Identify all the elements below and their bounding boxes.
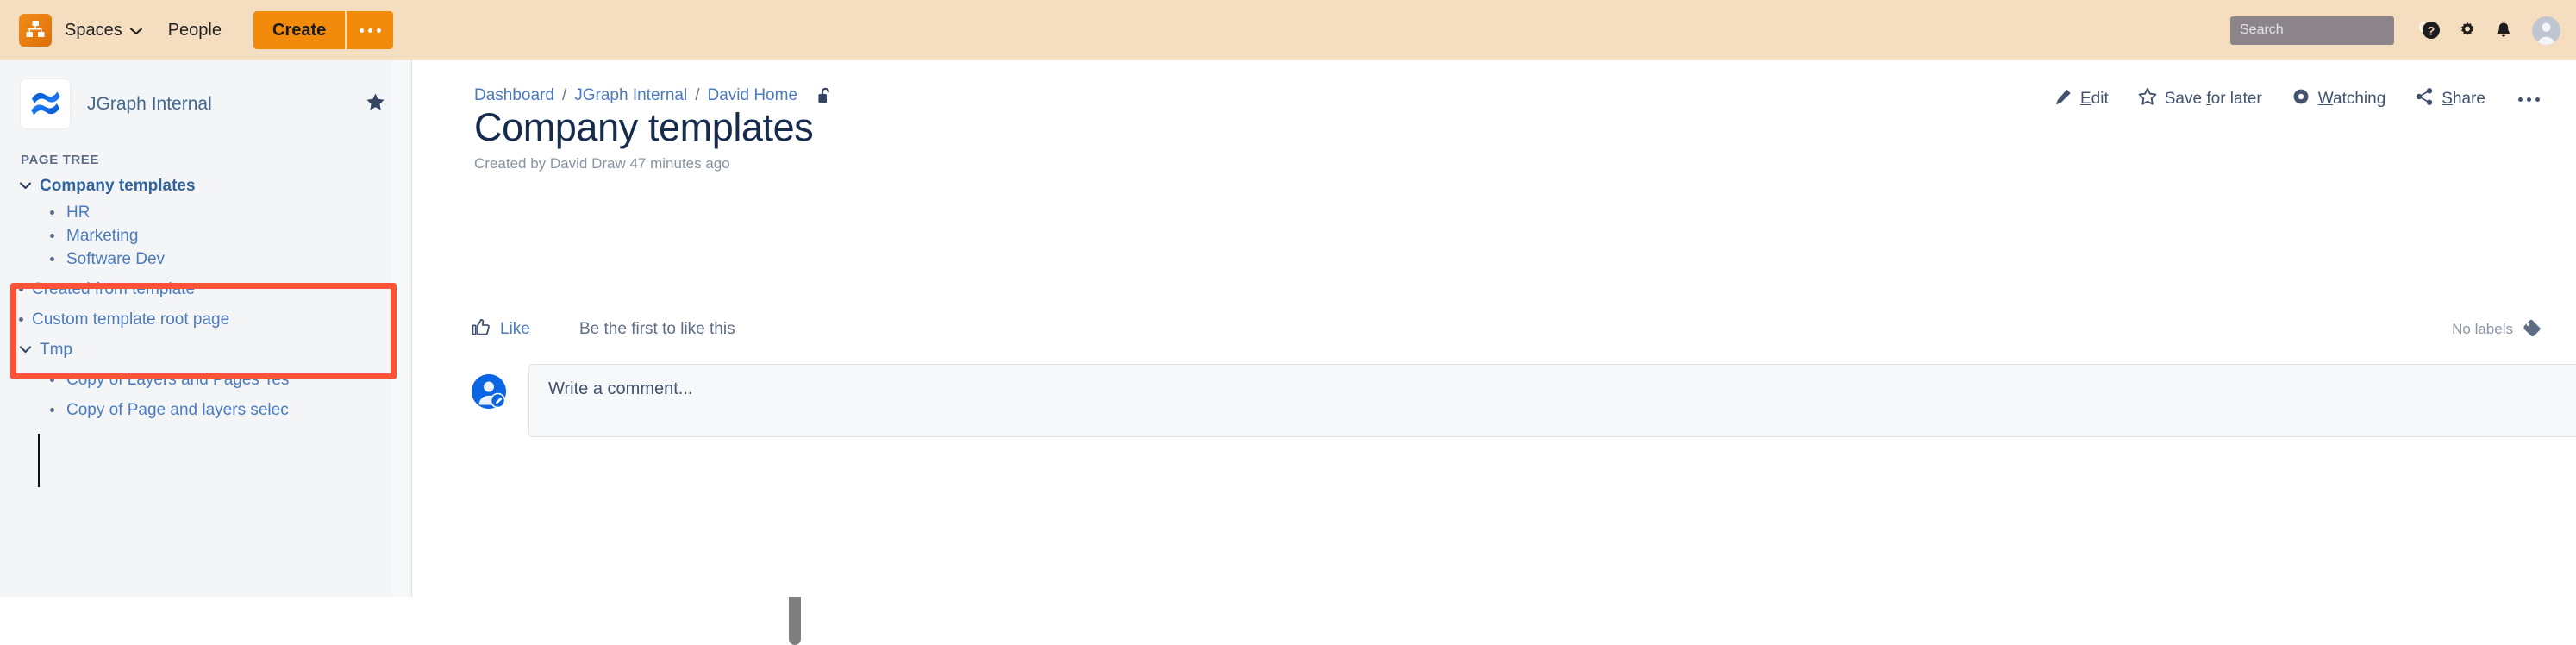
create-more-button[interactable] bbox=[345, 11, 394, 49]
sidebar-scrollbar-track[interactable] bbox=[392, 60, 801, 645]
like-status-text: Be the first to like this bbox=[579, 320, 735, 338]
sidebar-tree-item[interactable]: Software Dev bbox=[0, 247, 411, 271]
page-actions-toolbar: Edit Save for later Watching Share bbox=[2054, 86, 2540, 112]
sidebar-tree-item-label: Software Dev bbox=[66, 249, 166, 268]
create-button[interactable]: Create bbox=[253, 11, 346, 49]
drawio-logo-icon[interactable] bbox=[19, 14, 52, 47]
breadcrumb-item-david-home[interactable]: David Home bbox=[707, 86, 797, 105]
bullet-icon bbox=[50, 408, 54, 412]
sidebar-tree-item-label: Copy of Layers and Pages Tes bbox=[66, 370, 290, 389]
breadcrumb-item-dashboard[interactable]: Dashboard bbox=[474, 86, 554, 105]
nav-spaces-menu[interactable]: Spaces bbox=[52, 0, 155, 60]
watching-button[interactable]: Watching bbox=[2292, 87, 2386, 111]
nav-spaces-label: Spaces bbox=[65, 21, 122, 40]
thumbs-up-icon bbox=[472, 318, 491, 341]
top-navigation-bar: Spaces People Create ? bbox=[0, 0, 2576, 60]
space-name-link[interactable]: JGraph Internal bbox=[87, 94, 366, 115]
page-tree-heading: PAGE TREE bbox=[21, 153, 99, 167]
edit-label: Edit bbox=[2079, 90, 2109, 108]
help-icon[interactable]: ? bbox=[2413, 0, 2449, 60]
bullet-icon bbox=[50, 378, 54, 382]
page-more-actions-button[interactable] bbox=[2518, 97, 2540, 102]
bullet-icon bbox=[19, 317, 23, 322]
confluence-space-logo-icon[interactable] bbox=[21, 79, 70, 128]
pencil-icon bbox=[2054, 88, 2073, 111]
sidebar-tree-item[interactable]: Custom template root page bbox=[0, 308, 411, 331]
comment-composer: Write a comment... bbox=[472, 364, 2576, 437]
bullet-icon bbox=[19, 287, 23, 291]
breadcrumb-item-jgraph-internal[interactable]: JGraph Internal bbox=[574, 86, 687, 105]
comment-input[interactable]: Write a comment... bbox=[528, 364, 2576, 437]
page-byline: Created by David Draw 47 minutes ago bbox=[474, 155, 730, 172]
sidebar-tree-item[interactable]: Copy of Layers and Pages Tes bbox=[0, 368, 411, 391]
bullet-icon bbox=[50, 210, 54, 215]
sidebar-tree-item-label: HR bbox=[66, 203, 91, 222]
ellipsis-icon bbox=[359, 28, 364, 33]
save-for-later-button[interactable]: Save for later bbox=[2138, 87, 2262, 111]
space-header: JGraph Internal bbox=[0, 60, 411, 128]
sidebar-tree-item[interactable]: Company templates bbox=[0, 174, 411, 197]
sidebar-tree-item-label: Custom template root page bbox=[32, 310, 230, 329]
like-button[interactable]: Like bbox=[472, 318, 530, 341]
space-sidebar: JGraph Internal PAGE TREE Company templa… bbox=[0, 60, 412, 597]
bullet-icon bbox=[50, 234, 54, 238]
sidebar-tree-item[interactable]: Copy of Page and layers selec bbox=[0, 398, 411, 422]
breadcrumb-separator: / bbox=[561, 86, 567, 104]
bullet-icon bbox=[50, 257, 54, 261]
search-input[interactable] bbox=[2240, 22, 2418, 38]
sidebar-tree-item-label: Company templates bbox=[40, 176, 196, 195]
comment-placeholder: Write a comment... bbox=[548, 379, 693, 398]
save-for-later-label: Save for later bbox=[2164, 90, 2262, 108]
star-filled-icon[interactable] bbox=[366, 92, 391, 116]
page-title: Company templates bbox=[474, 105, 814, 149]
edit-button[interactable]: Edit bbox=[2054, 88, 2109, 111]
chevron-down-icon bbox=[129, 0, 142, 60]
sidebar-tree-item[interactable]: Marketing bbox=[0, 224, 411, 247]
sidebar-tree-item-label: Marketing bbox=[66, 226, 139, 245]
breadcrumb-separator: / bbox=[695, 86, 700, 104]
page-content-area: Dashboard / JGraph Internal / David Home… bbox=[413, 60, 2576, 597]
breadcrumb: Dashboard / JGraph Internal / David Home bbox=[474, 86, 834, 105]
unlocked-padlock-icon[interactable] bbox=[816, 86, 834, 105]
create-button-group: Create bbox=[253, 0, 394, 60]
svg-text:?: ? bbox=[2428, 24, 2435, 38]
tree-indent-guide bbox=[38, 434, 40, 487]
share-icon bbox=[2415, 87, 2434, 111]
labels-text: No labels bbox=[2452, 321, 2513, 337]
share-button[interactable]: Share bbox=[2415, 87, 2485, 111]
label-tag-icon[interactable] bbox=[2523, 319, 2542, 341]
labels-area[interactable]: No labels bbox=[2452, 319, 2542, 341]
search-field[interactable] bbox=[2230, 16, 2434, 45]
sidebar-tree-item-label: Tmp bbox=[40, 340, 72, 359]
sidebar-tree-item[interactable]: HR bbox=[0, 201, 411, 224]
user-edit-avatar-icon bbox=[472, 374, 506, 409]
like-label: Like bbox=[500, 320, 530, 338]
nav-left-group: Spaces People Create bbox=[0, 0, 394, 60]
sidebar-tree-item-label: Copy of Page and layers selec bbox=[66, 400, 289, 419]
sidebar-tree-item[interactable]: Tmp bbox=[0, 338, 411, 361]
watching-label: Watching bbox=[2317, 90, 2386, 108]
gear-icon[interactable] bbox=[2449, 0, 2485, 60]
sidebar-tree-item[interactable]: Created from template bbox=[0, 278, 411, 301]
avatar[interactable] bbox=[2532, 16, 2560, 45]
eye-icon bbox=[2292, 87, 2310, 111]
sidebar-tree-item-label: Created from template bbox=[32, 279, 196, 298]
like-row: Like Be the first to like this No labels bbox=[413, 316, 2576, 342]
ellipsis-icon bbox=[2518, 97, 2523, 102]
chevron-down-icon[interactable] bbox=[19, 182, 31, 190]
star-icon bbox=[2138, 87, 2157, 111]
share-label: Share bbox=[2442, 90, 2485, 108]
nav-people-label: People bbox=[167, 21, 222, 40]
nav-right-group: ? bbox=[2230, 0, 2560, 60]
page-tree-list: Company templates HR Marketing Software Dev… bbox=[0, 174, 411, 487]
bell-icon[interactable] bbox=[2485, 0, 2522, 60]
chevron-down-icon[interactable] bbox=[19, 346, 31, 354]
nav-people-link[interactable]: People bbox=[155, 0, 234, 60]
